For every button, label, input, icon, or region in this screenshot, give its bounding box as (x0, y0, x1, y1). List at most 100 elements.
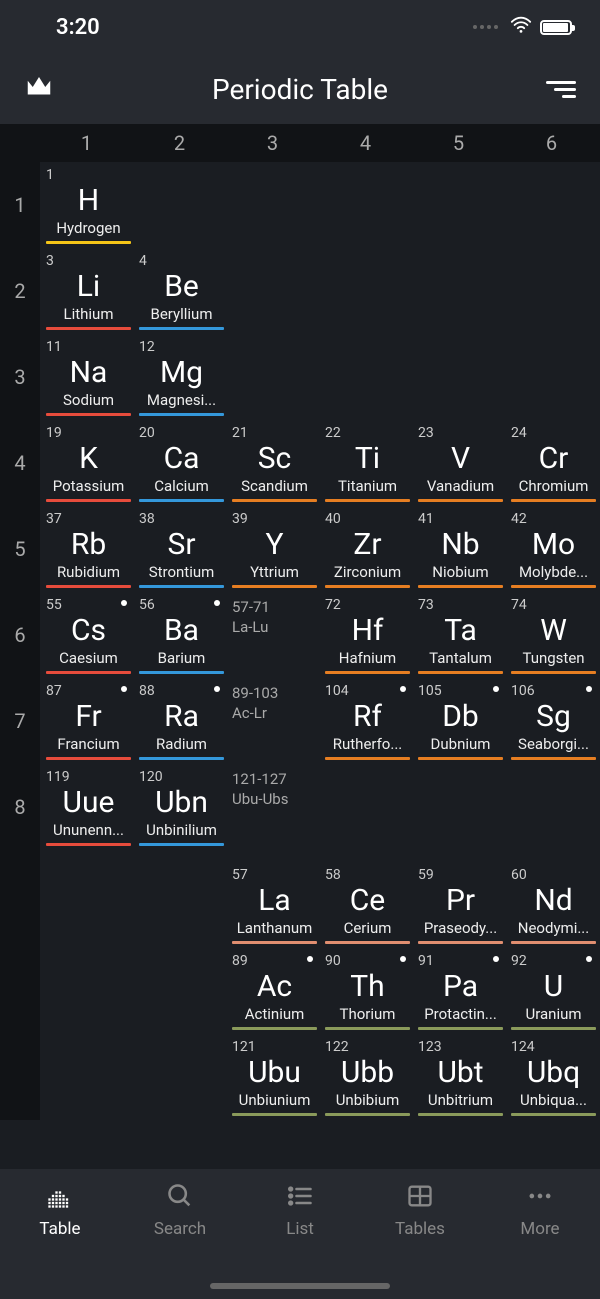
nav-item-more[interactable]: More (480, 1181, 600, 1299)
element-symbol: Be (139, 270, 224, 303)
atomic-number: 41 (418, 512, 503, 526)
element-cell-sc[interactable]: 21 Sc Scandium (226, 420, 319, 506)
category-bar (511, 671, 596, 674)
element-cell-ta[interactable]: 73 Ta Tantalum (412, 592, 505, 678)
nav-label: List (286, 1219, 314, 1239)
element-cell-ac[interactable]: 89 Ac Actinium (226, 948, 319, 1034)
atomic-number: 74 (511, 598, 596, 612)
element-name: Thorium (325, 1005, 410, 1023)
element-cell-nd[interactable]: 60 Nd Neodymi... (505, 862, 598, 948)
element-cell-hf[interactable]: 72 Hf Hafnium (319, 592, 412, 678)
atomic-number: 38 (139, 512, 224, 526)
element-cell-ce[interactable]: 58 Ce Cerium (319, 862, 412, 948)
element-cell-y[interactable]: 39 Y Yttrium (226, 506, 319, 592)
element-symbol: Zr (325, 528, 410, 561)
category-bar (511, 499, 596, 502)
radioactive-dot-icon (493, 956, 499, 962)
radioactive-dot-icon (400, 686, 406, 692)
element-symbol: Ubb (325, 1056, 410, 1089)
category-bar (139, 499, 224, 502)
element-name: Protactin... (418, 1005, 503, 1023)
element-cell-ubn[interactable]: 120 Ubn Unbinilium (133, 764, 226, 850)
atomic-number: 11 (46, 340, 131, 354)
atomic-number: 23 (418, 426, 503, 440)
nav-item-search[interactable]: Search (120, 1181, 240, 1299)
element-name: Rutherfo... (325, 735, 410, 753)
element-cell-k[interactable]: 19 K Potassium (40, 420, 133, 506)
element-symbol: Ba (139, 614, 224, 647)
element-cell-sg[interactable]: 106 Sg Seaborgi... (505, 678, 598, 764)
element-cell-th[interactable]: 90 Th Thorium (319, 948, 412, 1034)
element-cell-u[interactable]: 92 U Uranium (505, 948, 598, 1034)
element-cell-ubu[interactable]: 121 Ubu Unbiunium (226, 1034, 319, 1120)
element-cell-ubb[interactable]: 122 Ubb Unbibium (319, 1034, 412, 1120)
nav-item-list[interactable]: List (240, 1181, 360, 1299)
element-cell-v[interactable]: 23 V Vanadium (412, 420, 505, 506)
element-cell-zr[interactable]: 40 Zr Zirconium (319, 506, 412, 592)
element-cell-ubq[interactable]: 124 Ubq Unbiqua... (505, 1034, 598, 1120)
element-name: Molybde... (511, 563, 596, 581)
element-cell-mg[interactable]: 12 Mg Magnesi... (133, 334, 226, 420)
element-name: Vanadium (418, 477, 503, 495)
nav-item-table[interactable]: Table (0, 1181, 120, 1299)
element-name: Ununenn... (46, 821, 131, 839)
element-cell-rf[interactable]: 104 Rf Rutherfo... (319, 678, 412, 764)
atomic-number: 21 (232, 426, 317, 440)
element-cell-h[interactable]: 1 H Hydrogen (40, 162, 133, 248)
status-bar: 3:20 (0, 0, 600, 54)
element-name: Uranium (511, 1005, 596, 1023)
period-row: 1 1 H Hydrogen (0, 162, 600, 248)
element-cell-nb[interactable]: 41 Nb Niobium (412, 506, 505, 592)
element-cell-be[interactable]: 4 Be Beryllium (133, 248, 226, 334)
element-cell-pr[interactable]: 59 Pr Praseody... (412, 862, 505, 948)
element-cell-ubt[interactable]: 123 Ubt Unbitrium (412, 1034, 505, 1120)
element-symbol: Rf (325, 700, 410, 733)
atomic-number: 39 (232, 512, 317, 526)
element-cell-cs[interactable]: 55 Cs Caesium (40, 592, 133, 678)
element-name: Unbinilium (139, 821, 224, 839)
category-bar (511, 941, 596, 944)
search-icon (166, 1181, 194, 1211)
atomic-number: 72 (325, 598, 410, 612)
nav-item-tables[interactable]: Tables (360, 1181, 480, 1299)
atomic-number: 106 (511, 684, 596, 698)
atomic-number: 3 (46, 254, 131, 268)
element-cell-cr[interactable]: 24 Cr Chromium (505, 420, 598, 506)
element-cell-ti[interactable]: 22 Ti Titanium (319, 420, 412, 506)
element-cell-ba[interactable]: 56 Ba Barium (133, 592, 226, 678)
element-symbol: Hf (325, 614, 410, 647)
radioactive-dot-icon (586, 956, 592, 962)
category-bar (139, 757, 224, 760)
element-name: Hafnium (325, 649, 410, 667)
category-bar (511, 585, 596, 588)
element-cell-la[interactable]: 57 La Lanthanum (226, 862, 319, 948)
element-cell-fr[interactable]: 87 Fr Francium (40, 678, 133, 764)
element-cell-na[interactable]: 11 Na Sodium (40, 334, 133, 420)
element-symbol: Mg (139, 356, 224, 389)
sort-icon[interactable] (546, 81, 576, 98)
element-symbol: Ta (418, 614, 503, 647)
period-row: 2 3 Li Lithium 4 Be Beryllium (0, 248, 600, 334)
element-cell-pa[interactable]: 91 Pa Protactin... (412, 948, 505, 1034)
element-cell-ca[interactable]: 20 Ca Calcium (133, 420, 226, 506)
element-symbol: Fr (46, 700, 131, 733)
element-cell-db[interactable]: 105 Db Dubnium (412, 678, 505, 764)
app-header: Periodic Table (0, 54, 600, 124)
element-name: Niobium (418, 563, 503, 581)
atomic-number: 56 (139, 598, 224, 612)
category-bar (232, 1027, 317, 1030)
atomic-number: 119 (46, 770, 131, 784)
element-cell-uue[interactable]: 119 Uue Ununenn... (40, 764, 133, 850)
category-bar (511, 1113, 596, 1116)
element-cell-rb[interactable]: 37 Rb Rubidium (40, 506, 133, 592)
element-cell-li[interactable]: 3 Li Lithium (40, 248, 133, 334)
element-symbol: Mo (511, 528, 596, 561)
element-cell-mo[interactable]: 42 Mo Molybde... (505, 506, 598, 592)
period-row: 8 119 Uue Ununenn... 120 Ubn Unbinilium … (0, 764, 600, 850)
category-bar (325, 1113, 410, 1116)
atomic-number: 1 (46, 168, 131, 182)
element-cell-ra[interactable]: 88 Ra Radium (133, 678, 226, 764)
crown-icon[interactable] (24, 72, 54, 106)
element-cell-sr[interactable]: 38 Sr Strontium (133, 506, 226, 592)
element-cell-w[interactable]: 74 W Tungsten (505, 592, 598, 678)
